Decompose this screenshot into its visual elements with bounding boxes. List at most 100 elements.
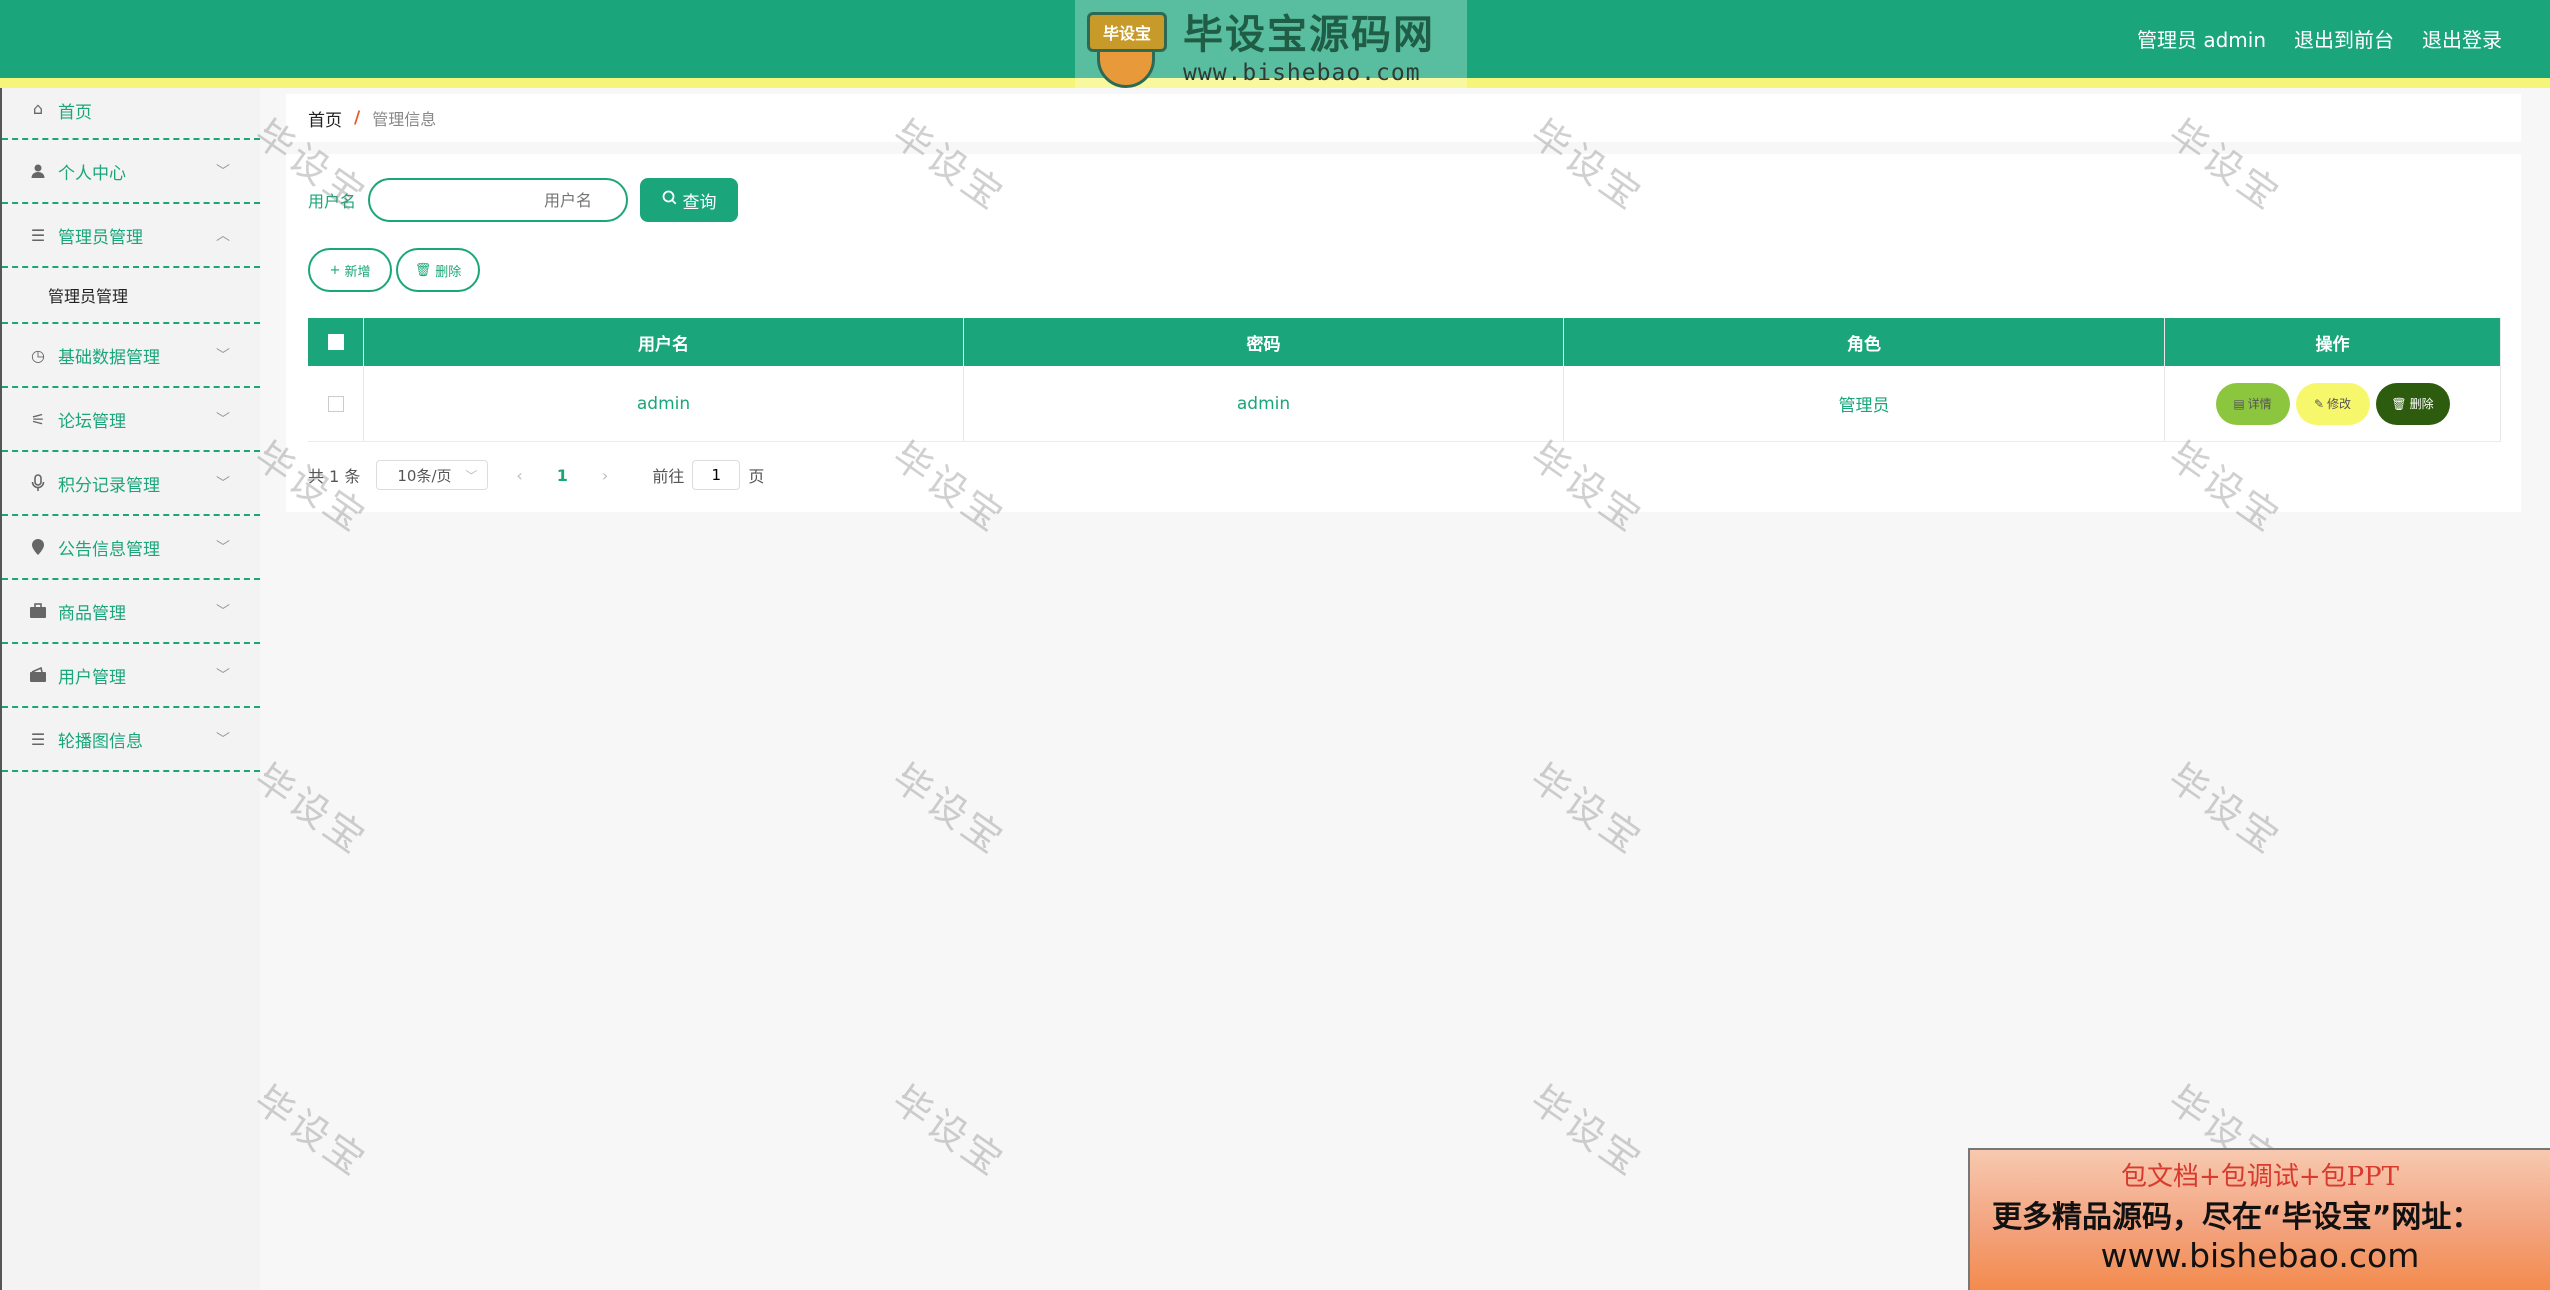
action-buttons: + 新增 🗑 删除 — [308, 248, 480, 292]
row-delete-button[interactable]: 🗑 删除 — [2375, 382, 2450, 425]
watermark-text: 毕设宝 — [2160, 755, 2290, 864]
goto-label: 前往 — [652, 467, 685, 486]
search-button-label: 查询 — [682, 192, 717, 213]
sidebar-item-label: 基础数据管理 — [58, 347, 160, 368]
watermark-text: 毕设宝 — [1522, 755, 1652, 864]
breadcrumb-home[interactable]: 首页 — [308, 106, 342, 131]
list-icon: ☰ — [30, 729, 46, 749]
edit-icon: ✎ — [2313, 396, 2325, 411]
sidebar-item-points-record[interactable]: 积分记录管理 ﹀ — [2, 452, 260, 516]
chevron-down-icon: ﹀ — [216, 412, 230, 428]
sidebar-item-notice[interactable]: 公告信息管理 ﹀ — [2, 516, 260, 580]
select-all-checkbox[interactable] — [327, 334, 344, 350]
delete-button-label: 删除 — [435, 264, 462, 280]
pagination-total: 共 1 条 — [308, 467, 361, 486]
logo-badge-text: 毕设宝 — [1087, 12, 1167, 52]
chevron-up-icon: ︿ — [216, 228, 230, 244]
chevron-down-icon: ﹀ — [465, 468, 478, 483]
watermark-text: 毕设宝 — [1522, 1077, 1652, 1186]
microphone-icon — [28, 473, 48, 493]
sidebar-item-personal-center[interactable]: 个人中心 ﹀ — [2, 140, 260, 204]
column-header-password: 密码 — [964, 318, 1564, 366]
pagination: 共 1 条 10条/页 ﹀ ‹ 1 › 前往 页 — [308, 460, 764, 490]
logo-badge-icon: 毕设宝 — [1075, 0, 1175, 88]
submenu-item-admin-management[interactable]: 管理员管理 — [2, 268, 260, 324]
breadcrumb-separator: / — [354, 108, 361, 128]
watermark-text: 毕设宝 — [246, 755, 376, 864]
username-search-input[interactable] — [368, 178, 628, 222]
chevron-down-icon: ﹀ — [216, 164, 230, 180]
header-user-area: 管理员 admin 退出到前台 退出登录 — [2137, 24, 2502, 53]
trash-icon: 🗑 — [414, 262, 432, 278]
location-icon — [28, 537, 48, 557]
edit-button[interactable]: ✎ 修改 — [2295, 382, 2370, 425]
promo-banner[interactable]: 包文档+包调试+包PPT 更多精品源码，尽在“毕设宝”网址： www.bishe… — [1968, 1148, 2550, 1290]
home-icon: ⌂ — [32, 98, 44, 118]
main-content: 用户名 查询 + 新增 🗑 删除 用户名 密码 角色 操作 — [286, 154, 2521, 512]
batch-delete-button[interactable]: 🗑 删除 — [396, 248, 480, 292]
table-row: admin admin 管理员 ▤ 详情 ✎ 修改 🗑 删除 — [308, 366, 2501, 442]
column-header-role: 角色 — [1564, 318, 2165, 366]
sidebar-item-carousel[interactable]: ☰ 轮播图信息 ﹀ — [2, 708, 260, 772]
sidebar-item-goods[interactable]: 商品管理 ﹀ — [2, 580, 260, 644]
breadcrumb-current: 管理信息 — [372, 110, 437, 129]
list-icon: ☰ — [30, 225, 46, 245]
detail-button-label: 详情 — [2247, 397, 2272, 411]
add-button-label: 新增 — [344, 264, 371, 280]
clock-icon: ◷ — [31, 345, 45, 365]
sidebar-item-home[interactable]: ⌂ 首页 — [2, 88, 260, 140]
row-checkbox[interactable] — [327, 395, 344, 412]
search-form: 用户名 查询 — [308, 178, 738, 222]
chevron-down-icon: ﹀ — [216, 540, 230, 556]
exit-to-front-link[interactable]: 退出到前台 — [2294, 24, 2394, 53]
next-page-icon[interactable]: › — [602, 466, 608, 485]
logo-title: 毕设宝源码网 — [1183, 12, 1435, 58]
chevron-down-icon: ﹀ — [216, 604, 230, 620]
sidebar-item-admin-management[interactable]: ☰ 管理员管理 ︿ — [2, 204, 260, 268]
breadcrumb: 首页 / 管理信息 — [286, 94, 2521, 142]
document-icon: ▤ — [2233, 396, 2245, 411]
search-icon — [662, 190, 677, 210]
admin-table: 用户名 密码 角色 操作 admin admin 管理员 ▤ 详情 ✎ 修改 🗑… — [308, 318, 2501, 442]
sliders-icon: ⚟ — [30, 409, 46, 429]
promo-line-3: www.bishebao.com — [2100, 1236, 2420, 1275]
logout-link[interactable]: 退出登录 — [2422, 24, 2502, 53]
sidebar-item-basic-data[interactable]: ◷ 基础数据管理 ﹀ — [2, 324, 260, 388]
logo-url: www.bishebao.com — [1183, 60, 1421, 86]
sidebar-item-label: 积分记录管理 — [58, 475, 160, 496]
prev-page-icon[interactable]: ‹ — [516, 466, 522, 485]
promo-line-2: 更多精品源码，尽在“毕设宝”网址： — [1992, 1200, 2482, 1235]
sidebar-item-label: 首页 — [58, 103, 92, 123]
row-delete-button-label: 删除 — [2409, 397, 2434, 411]
watermark-text: 毕设宝 — [884, 755, 1014, 864]
column-header-username: 用户名 — [364, 318, 964, 366]
site-logo: 毕设宝 毕设宝源码网 www.bishebao.com — [1075, 0, 1467, 88]
user-icon — [28, 161, 48, 181]
goto-suffix: 页 — [748, 467, 765, 486]
watermark-text: 毕设宝 — [884, 1077, 1014, 1186]
pagination-goto: 前往 页 — [652, 460, 764, 490]
admin-user-label: 管理员 admin — [2136, 28, 2266, 52]
cell-role: 管理员 — [1564, 366, 2165, 441]
detail-button[interactable]: ▤ 详情 — [2215, 382, 2290, 425]
cell-password: admin — [964, 366, 1564, 441]
page-number-current[interactable]: 1 — [557, 466, 568, 485]
promo-line-1: 包文档+包调试+包PPT — [2121, 1162, 2399, 1192]
cell-actions: ▤ 详情 ✎ 修改 🗑 删除 — [2165, 366, 2501, 441]
edit-button-label: 修改 — [2327, 397, 2352, 411]
search-button[interactable]: 查询 — [640, 178, 738, 222]
goto-page-input[interactable] — [692, 460, 741, 490]
cell-username: admin — [364, 366, 964, 441]
sidebar-item-forum[interactable]: ⚟ 论坛管理 ﹀ — [2, 388, 260, 452]
chevron-down-icon: ﹀ — [216, 348, 230, 364]
sidebar-item-label: 公告信息管理 — [58, 539, 160, 560]
wallet-icon — [28, 665, 48, 685]
sidebar-item-label: 用户管理 — [58, 667, 126, 688]
sidebar-item-users[interactable]: 用户管理 ﹀ — [2, 644, 260, 708]
column-header-actions: 操作 — [2165, 318, 2501, 366]
page-size-select[interactable]: 10条/页 ﹀ — [376, 460, 489, 490]
sidebar-menu: ⌂ 首页 个人中心 ﹀ ☰ 管理员管理 ︿ 管理员管理 ◷ 基础数据管理 ﹀ ⚟… — [0, 88, 260, 1290]
watermark-text: 毕设宝 — [246, 1077, 376, 1186]
add-button[interactable]: + 新增 — [308, 248, 392, 292]
sidebar-item-label: 商品管理 — [58, 603, 126, 624]
